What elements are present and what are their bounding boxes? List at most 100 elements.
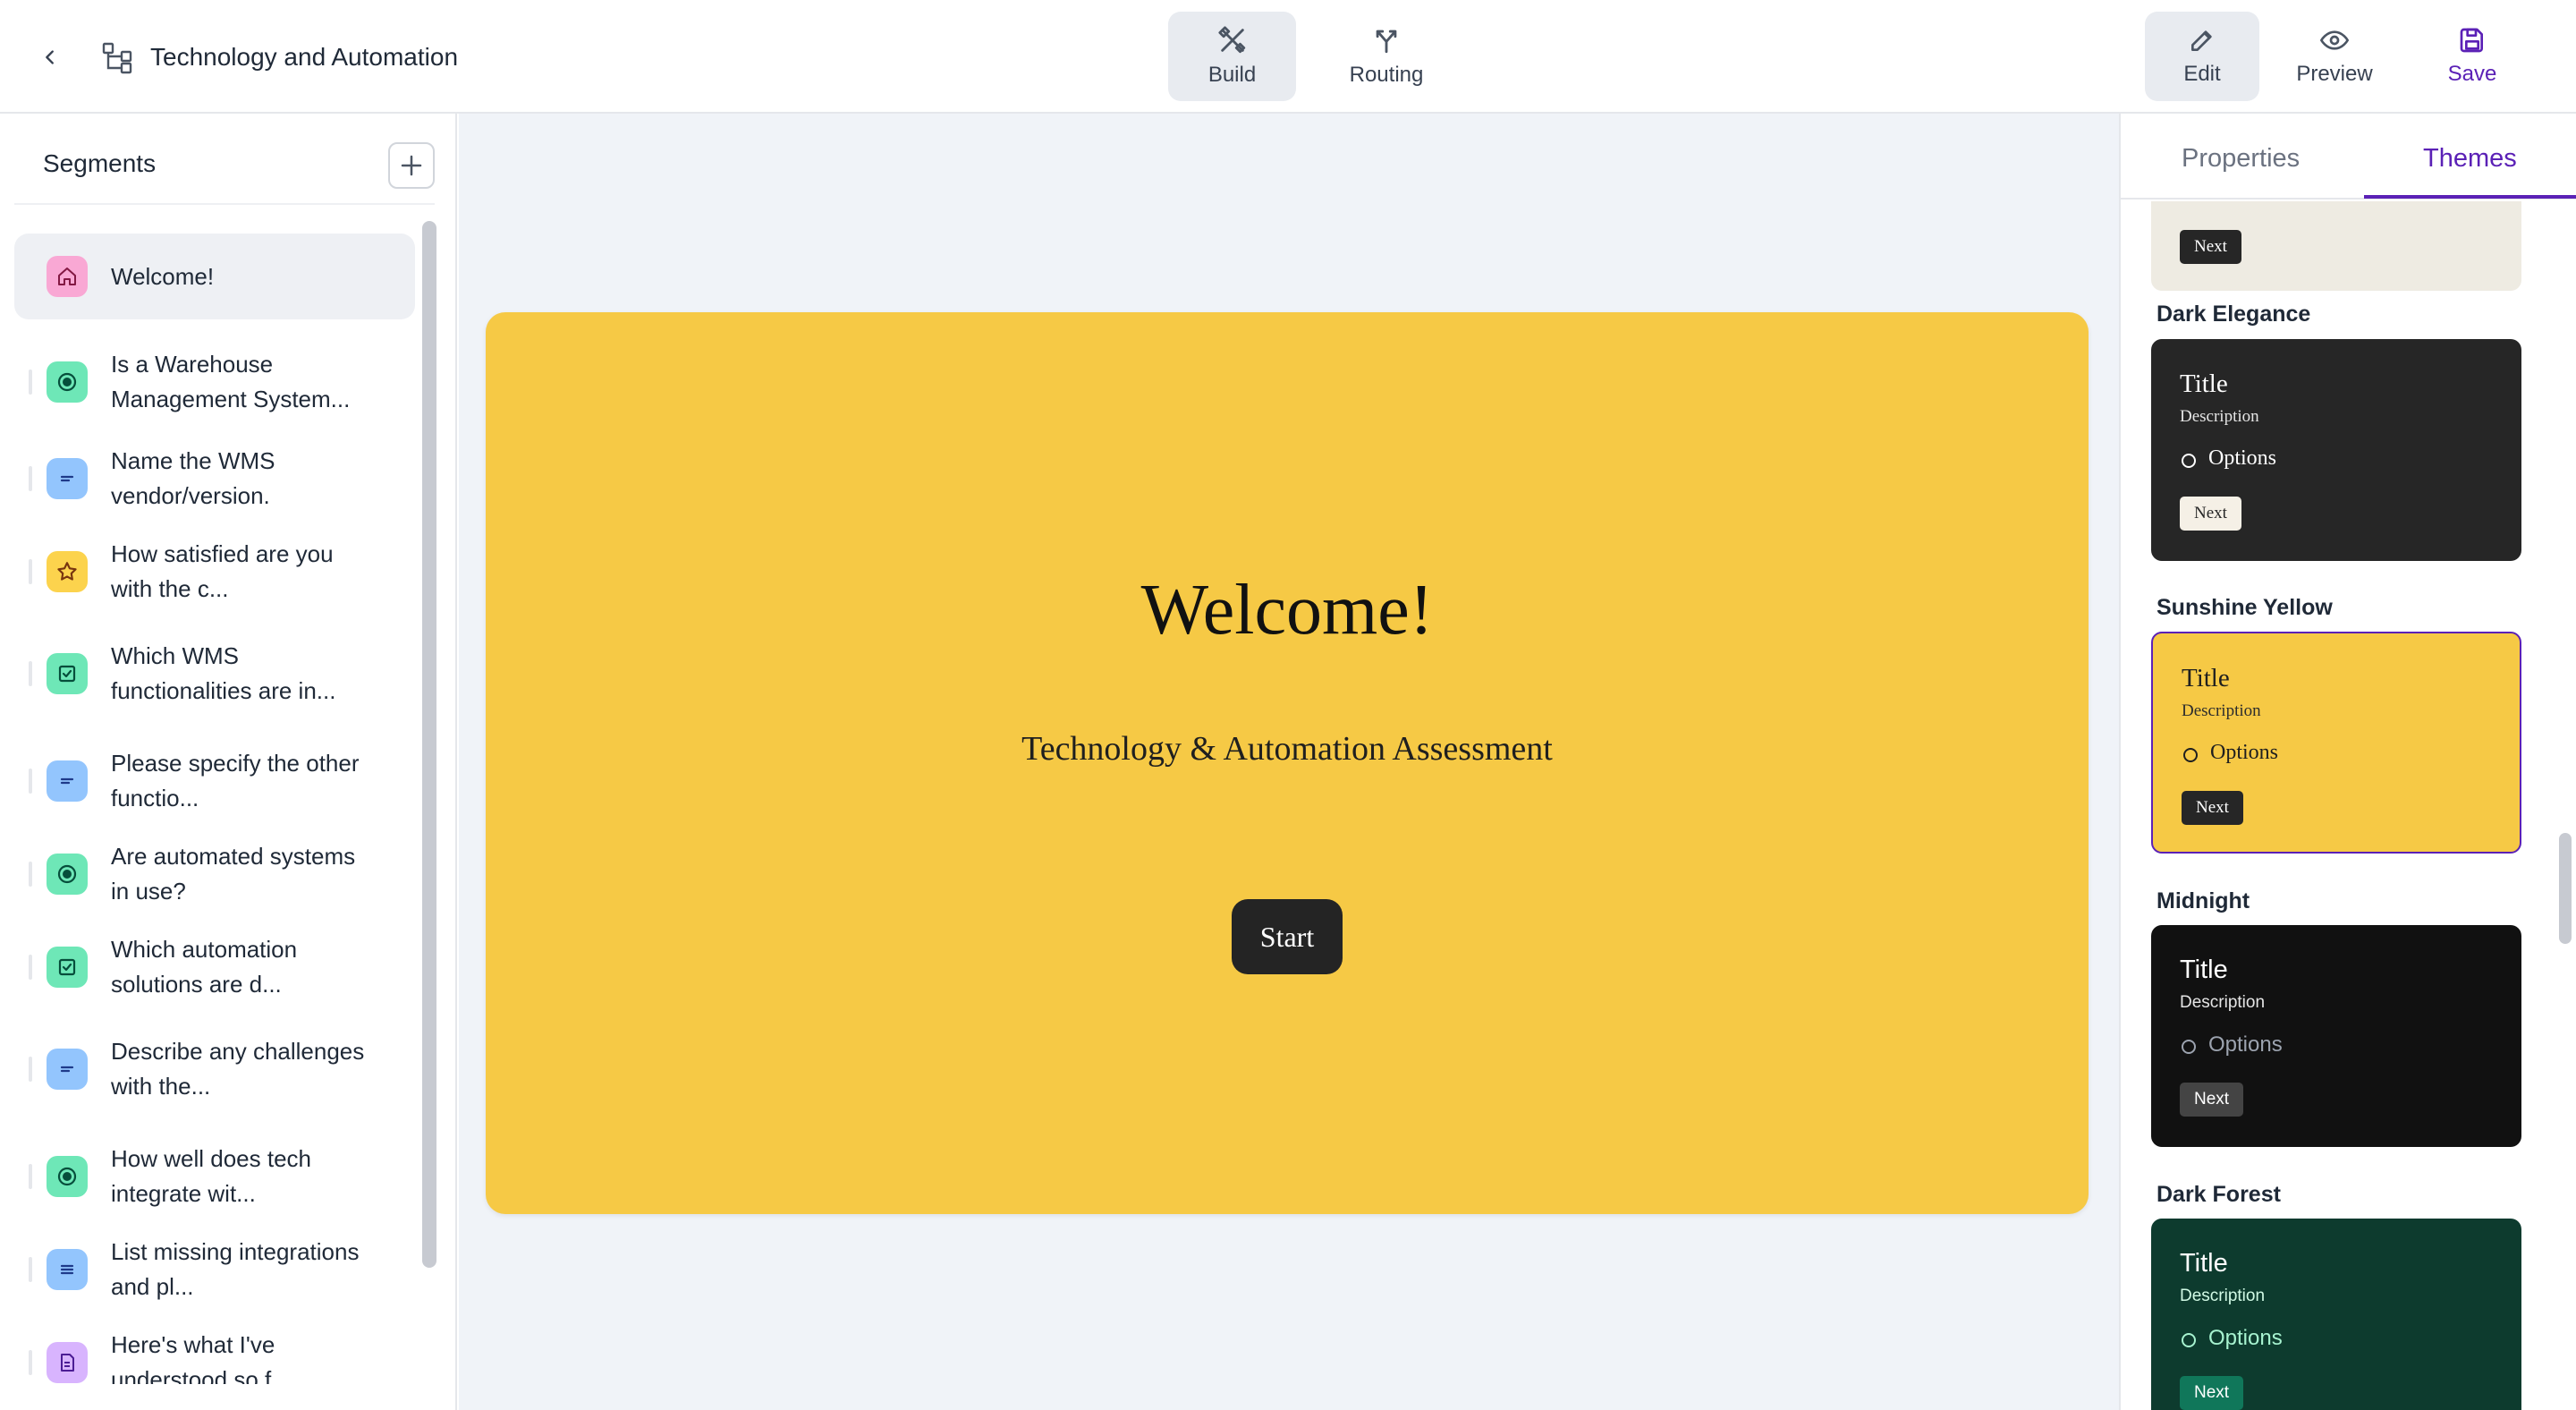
segments-divider bbox=[14, 203, 435, 205]
preview-button[interactable]: Preview bbox=[2279, 12, 2390, 101]
segment-label: Welcome! bbox=[111, 262, 215, 290]
short-text-icon bbox=[47, 760, 88, 802]
theme-next-preview: Next bbox=[2180, 230, 2241, 264]
segment-label: Which automation solutions are d... bbox=[111, 936, 298, 998]
short-text-icon bbox=[47, 1049, 88, 1090]
add-segment-button[interactable] bbox=[388, 142, 435, 189]
segment-item[interactable]: Is a Warehouse Management System... bbox=[14, 327, 415, 437]
segment-item[interactable]: How satisfied are you with the c... bbox=[14, 534, 415, 609]
pencil-icon bbox=[2191, 30, 2212, 51]
drag-handle[interactable] bbox=[29, 862, 32, 887]
theme-card-midnight[interactable]: Title Description Options Next bbox=[2151, 925, 2521, 1147]
theme-card-partial[interactable]: Next bbox=[2151, 201, 2521, 291]
theme-name: Midnight bbox=[2157, 888, 2250, 913]
build-tab[interactable]: Build bbox=[1168, 12, 1296, 101]
drag-handle[interactable] bbox=[29, 369, 32, 395]
segment-label: How well does tech integrate wit... bbox=[111, 1145, 311, 1207]
segment-label: Are automated systems in use? bbox=[111, 843, 356, 905]
checkbox-icon bbox=[47, 947, 88, 988]
long-text-icon bbox=[47, 1249, 88, 1290]
theme-description-preview: Description bbox=[2182, 701, 2261, 720]
segment-item[interactable]: Please specify the other functio... bbox=[14, 743, 415, 819]
start-button[interactable]: Start bbox=[1232, 899, 1343, 974]
segment-label: Here's what I've understood so f... bbox=[111, 1331, 291, 1384]
edit-button-label: Edit bbox=[2183, 62, 2221, 86]
eye-icon bbox=[2320, 30, 2349, 50]
drag-handle[interactable] bbox=[29, 955, 32, 980]
build-tab-label: Build bbox=[1208, 63, 1257, 87]
theme-option-preview: Options bbox=[2208, 1326, 2283, 1350]
themes-list: Next Dark Elegance Title Description Opt… bbox=[2121, 201, 2576, 1410]
welcome-card[interactable]: Welcome! Technology & Automation Assessm… bbox=[486, 312, 2089, 1214]
theme-option-preview: Options bbox=[2208, 446, 2277, 470]
right-panel: Properties Themes Next Dark Elegance Tit… bbox=[2119, 114, 2576, 1410]
segment-item[interactable]: How well does tech integrate wit... bbox=[14, 1139, 415, 1214]
theme-title-preview: Title bbox=[2180, 369, 2228, 398]
theme-card-dark-forest[interactable]: Title Description Options Next bbox=[2151, 1219, 2521, 1410]
segment-item[interactable]: Welcome! bbox=[14, 234, 415, 319]
star-icon bbox=[47, 551, 88, 592]
tab-themes[interactable]: Themes bbox=[2423, 144, 2517, 174]
build-tools-icon bbox=[1217, 26, 1245, 54]
theme-title-preview: Title bbox=[2182, 664, 2230, 692]
welcome-title: Welcome! bbox=[1140, 571, 1434, 650]
save-button-label: Save bbox=[2447, 62, 2497, 86]
flow-icon bbox=[100, 39, 136, 75]
theme-card-sunshine-yellow[interactable]: Title Description Options Next bbox=[2151, 632, 2521, 854]
routing-tab[interactable]: Routing bbox=[1324, 12, 1449, 101]
short-text-icon bbox=[47, 458, 88, 499]
drag-handle[interactable] bbox=[29, 1057, 32, 1082]
page-title: Technology and Automation bbox=[150, 43, 459, 71]
routing-tab-label: Routing bbox=[1349, 63, 1424, 87]
segments-heading: Segments bbox=[43, 149, 157, 177]
radio-icon bbox=[47, 361, 88, 403]
drag-handle[interactable] bbox=[29, 466, 32, 491]
save-button[interactable]: Save bbox=[2419, 12, 2526, 101]
plus-icon bbox=[401, 155, 422, 176]
drag-handle[interactable] bbox=[29, 559, 32, 584]
segment-label: Name the WMS vendor/version. bbox=[111, 447, 275, 509]
segment-item[interactable]: Describe any challenges with the... bbox=[14, 1014, 415, 1125]
segment-item[interactable]: Name the WMS vendor/version. bbox=[14, 441, 415, 516]
edit-button[interactable]: Edit bbox=[2145, 12, 2259, 101]
segment-label: List missing integrations and pl... bbox=[111, 1238, 360, 1300]
segment-item[interactable]: Here's what I've understood so f... bbox=[14, 1325, 415, 1384]
chevron-left-icon bbox=[46, 50, 54, 64]
theme-description-preview: Description bbox=[2180, 1287, 2266, 1305]
tab-properties[interactable]: Properties bbox=[2182, 144, 2300, 174]
drag-handle[interactable] bbox=[29, 1257, 32, 1282]
segment-label: How satisfied are you with the c... bbox=[111, 540, 334, 602]
segment-item[interactable]: Which automation solutions are d... bbox=[14, 930, 415, 1005]
segment-label: Describe any challenges with the... bbox=[111, 1038, 365, 1100]
home-icon bbox=[47, 256, 88, 297]
document-icon bbox=[47, 1342, 88, 1383]
active-tab-indicator bbox=[2364, 195, 2576, 199]
theme-next-preview: Next bbox=[2180, 497, 2241, 531]
theme-next-preview: Next bbox=[2180, 1376, 2244, 1410]
theme-name: Sunshine Yellow bbox=[2157, 595, 2333, 620]
theme-title-preview: Title bbox=[2180, 956, 2228, 984]
radio-icon bbox=[47, 1156, 88, 1197]
theme-next-preview: Next bbox=[2180, 1083, 2244, 1117]
segment-list: Welcome! Is a Warehouse Management Syste… bbox=[14, 234, 415, 1384]
checkbox-icon bbox=[47, 653, 88, 694]
sidebar-scrollbar[interactable] bbox=[422, 221, 436, 1268]
welcome-subtitle: Technology & Automation Assessment bbox=[1021, 730, 1553, 768]
drag-handle[interactable] bbox=[29, 661, 32, 686]
back-button[interactable] bbox=[32, 39, 68, 75]
theme-title-preview: Title bbox=[2180, 1249, 2228, 1278]
drag-handle[interactable] bbox=[29, 1164, 32, 1189]
radio-icon bbox=[47, 854, 88, 895]
segment-label: Is a Warehouse Management System... bbox=[111, 351, 351, 412]
theme-card-dark-elegance[interactable]: Title Description Options Next bbox=[2151, 339, 2521, 561]
segment-label: Which WMS functionalities are in... bbox=[111, 642, 336, 704]
themes-scrollbar[interactable] bbox=[2559, 833, 2572, 944]
drag-handle[interactable] bbox=[29, 1350, 32, 1375]
segment-item[interactable]: Are automated systems in use? bbox=[14, 837, 415, 912]
theme-description-preview: Description bbox=[2180, 993, 2266, 1012]
segment-item[interactable]: List missing integrations and pl... bbox=[14, 1232, 415, 1307]
drag-handle[interactable] bbox=[29, 769, 32, 794]
theme-name: Dark Forest bbox=[2157, 1182, 2281, 1207]
routing-fork-icon bbox=[1376, 30, 1397, 54]
segment-item[interactable]: Which WMS functionalities are in... bbox=[14, 618, 415, 729]
